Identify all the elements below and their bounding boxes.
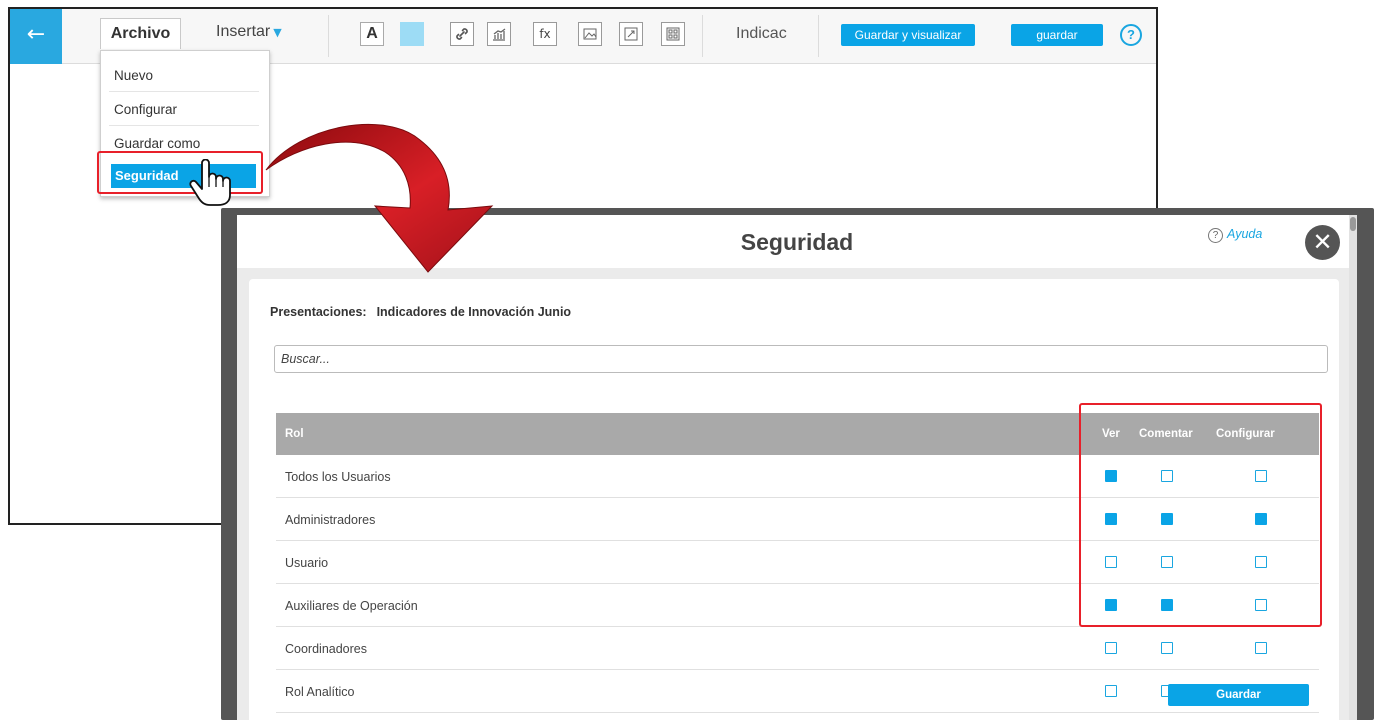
checkbox-comentar[interactable] [1161, 599, 1173, 611]
table-row: Administradores [276, 498, 1319, 541]
function-tool-button[interactable]: fx [533, 22, 557, 46]
column-header-comentar: Comentar [1139, 428, 1193, 440]
checkbox-ver[interactable] [1105, 599, 1117, 611]
checkbox-configurar[interactable] [1255, 513, 1267, 525]
guardar-button[interactable]: Guardar [1168, 684, 1309, 706]
table-row: Todos los Usuarios [276, 455, 1319, 498]
text-tool-button[interactable]: A [360, 22, 384, 46]
resize-icon [624, 27, 638, 41]
color-swatch-button[interactable] [400, 22, 424, 46]
image-tool-button[interactable] [578, 22, 602, 46]
table-row: Usuario [276, 541, 1319, 584]
modal-title: Seguridad [740, 229, 854, 255]
question-icon: ? [1127, 27, 1135, 42]
chart-tool-button[interactable] [487, 22, 511, 46]
checkbox-configurar[interactable] [1255, 470, 1267, 482]
table-row: Auxiliares de Operación [276, 584, 1319, 627]
modal-scrollbar[interactable] [1349, 215, 1357, 720]
toolbar-divider [702, 15, 703, 57]
document-name[interactable]: Indicac [736, 25, 787, 43]
save-and-view-button[interactable]: Guardar y visualizar [841, 24, 975, 46]
checkbox-ver[interactable] [1105, 470, 1117, 482]
link-tool-button[interactable] [450, 22, 474, 46]
table-body: Todos los Usuarios Administradores Usuario… [276, 455, 1319, 713]
close-button[interactable]: ✕ [1305, 225, 1340, 260]
role-name: Todos los Usuarios [285, 470, 391, 484]
help-circle-icon: ? [1208, 228, 1223, 243]
role-name: Coordinadores [285, 642, 367, 656]
search-input[interactable] [274, 345, 1328, 373]
help-link[interactable]: ? Ayuda [1208, 227, 1262, 243]
chart-icon [493, 28, 506, 41]
checkbox-comentar[interactable] [1161, 513, 1173, 525]
caret-down-icon: ▼ [273, 26, 282, 39]
table-header: Rol Ver Comentar Configurar [276, 413, 1319, 455]
checkbox-ver[interactable] [1105, 685, 1117, 697]
modal-header: Seguridad ? Ayuda ✕ [237, 215, 1357, 268]
presentation-value: Indicadores de Innovación Junio [376, 305, 572, 319]
checkbox-comentar[interactable] [1161, 470, 1173, 482]
link-icon [456, 28, 468, 40]
seguridad-modal: Seguridad ? Ayuda ✕ Presentaciones: Indica… [237, 215, 1357, 720]
checkbox-configurar[interactable] [1255, 556, 1267, 568]
column-header-rol: Rol [285, 428, 304, 440]
checkbox-comentar[interactable] [1161, 556, 1173, 568]
close-icon: ✕ [1312, 228, 1333, 256]
role-name: Usuario [285, 556, 329, 570]
role-name: Administradores [285, 513, 376, 527]
widget-tool-button[interactable] [661, 22, 685, 46]
seguridad-highlight-box [97, 151, 263, 194]
checkbox-ver[interactable] [1105, 556, 1117, 568]
save-button[interactable]: guardar [1011, 24, 1103, 46]
image-icon [583, 28, 597, 40]
checkbox-configurar[interactable] [1255, 599, 1267, 611]
menu-archivo[interactable]: Archivo [100, 18, 181, 49]
presentation-label: Presentaciones: [270, 305, 367, 319]
checkbox-comentar[interactable] [1161, 642, 1173, 654]
menu-insertar[interactable]: Insertar ▼ [216, 23, 282, 41]
hand-cursor-icon [189, 159, 231, 206]
column-header-ver: Ver [1102, 428, 1120, 440]
roles-permissions-table: Rol Ver Comentar Configurar Todos los Us… [276, 413, 1319, 713]
role-name: Auxiliares de Operación [285, 599, 418, 613]
menu-insertar-label: Insertar [216, 23, 271, 40]
scrollbar-thumb[interactable] [1350, 217, 1356, 231]
role-name: Rol Analítico [285, 685, 355, 699]
table-row: Coordinadores [276, 627, 1319, 670]
help-link-label: Ayuda [1227, 227, 1263, 241]
function-icon: fx [539, 27, 551, 41]
column-header-configurar: Configurar [1216, 428, 1275, 440]
menu-item-configurar[interactable]: Configurar [109, 93, 259, 126]
tutorial-canvas: ← Archivo Insertar ▼ A fx Indicac Guarda… [0, 0, 1382, 728]
checkbox-ver[interactable] [1105, 513, 1117, 525]
arrow-left-icon: ← [26, 22, 46, 47]
toolbar-divider [818, 15, 819, 57]
checkbox-ver[interactable] [1105, 642, 1117, 654]
menu-item-nuevo[interactable]: Nuevo [109, 59, 259, 92]
modal-content-panel: Presentaciones: Indicadores de Innovación… [249, 279, 1339, 720]
presentation-info: Presentaciones: Indicadores de Innovación… [270, 305, 571, 319]
widget-grid-icon [666, 27, 680, 41]
help-button[interactable]: ? [1120, 24, 1142, 46]
table-row: Rol Analítico [276, 670, 1319, 713]
toolbar-divider [328, 15, 329, 57]
back-button[interactable]: ← [10, 9, 62, 64]
resize-tool-button[interactable] [619, 22, 643, 46]
checkbox-configurar[interactable] [1255, 642, 1267, 654]
